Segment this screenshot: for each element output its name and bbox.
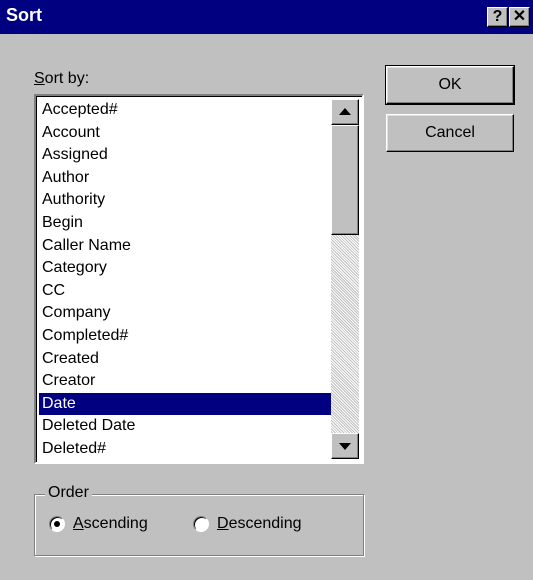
sort-by-label: Sort by: xyxy=(34,70,89,88)
scroll-down-button[interactable] xyxy=(331,433,359,459)
sort-dialog: Sort ? ✕ Sort by: Accepted# Account Assign… xyxy=(0,0,533,580)
list-item[interactable]: Created xyxy=(39,348,333,371)
vertical-scrollbar[interactable] xyxy=(331,99,359,459)
ascending-label-text: scending xyxy=(83,515,148,532)
ascending-radio[interactable]: Ascending xyxy=(49,515,148,533)
sort-by-accelerator: S xyxy=(34,70,45,87)
list-item[interactable]: Deleted# xyxy=(39,438,333,461)
radio-selected-dot-icon xyxy=(54,521,60,527)
help-button[interactable]: ? xyxy=(487,7,508,27)
cancel-button[interactable]: Cancel xyxy=(386,114,514,152)
list-item[interactable]: Accepted# xyxy=(39,99,333,122)
radio-circle-icon xyxy=(193,516,209,532)
dialog-title: Sort xyxy=(6,5,42,25)
list-item[interactable]: Caller Name xyxy=(39,235,333,258)
order-legend: Order xyxy=(45,484,92,502)
help-icon: ? xyxy=(492,8,503,25)
list-item[interactable]: Company xyxy=(39,302,333,325)
list-item[interactable]: Category xyxy=(39,257,333,280)
list-item[interactable]: Date xyxy=(39,392,333,416)
list-item[interactable]: Completed# xyxy=(39,325,333,348)
list-item[interactable]: Assigned xyxy=(39,144,333,167)
scroll-up-button[interactable] xyxy=(331,99,359,125)
list-item[interactable]: Begin xyxy=(39,212,333,235)
sort-field-list: Accepted# Account Assigned Author Authority B… xyxy=(39,99,333,461)
ok-button[interactable]: OK xyxy=(385,65,515,105)
list-item[interactable]: CC xyxy=(39,280,333,303)
list-item[interactable]: Deleted Date xyxy=(39,415,333,438)
ascending-accelerator: A xyxy=(73,515,84,532)
ascending-label: Ascending xyxy=(73,515,148,533)
list-item[interactable]: Creator xyxy=(39,370,333,393)
list-item[interactable]: Author xyxy=(39,167,333,190)
arrow-up-icon xyxy=(339,108,351,115)
descending-label: Descending xyxy=(217,515,302,533)
order-groupbox: Order Ascending Descending xyxy=(34,484,364,556)
arrow-down-icon xyxy=(339,443,351,450)
scroll-thumb[interactable] xyxy=(331,125,359,235)
title-bar: Sort ? ✕ xyxy=(0,0,533,34)
descending-radio[interactable]: Descending xyxy=(193,515,302,533)
sort-by-listbox[interactable]: Accepted# Account Assigned Author Authority B… xyxy=(34,94,364,464)
list-item[interactable]: Authority xyxy=(39,189,333,212)
descending-accelerator: D xyxy=(217,515,229,532)
radio-circle-icon xyxy=(49,516,65,532)
close-button[interactable]: ✕ xyxy=(509,7,530,27)
list-item[interactable]: Account xyxy=(39,122,333,145)
sort-by-label-text: ort by: xyxy=(44,70,90,87)
descending-label-text: escending xyxy=(228,515,302,532)
close-icon: ✕ xyxy=(512,8,527,25)
